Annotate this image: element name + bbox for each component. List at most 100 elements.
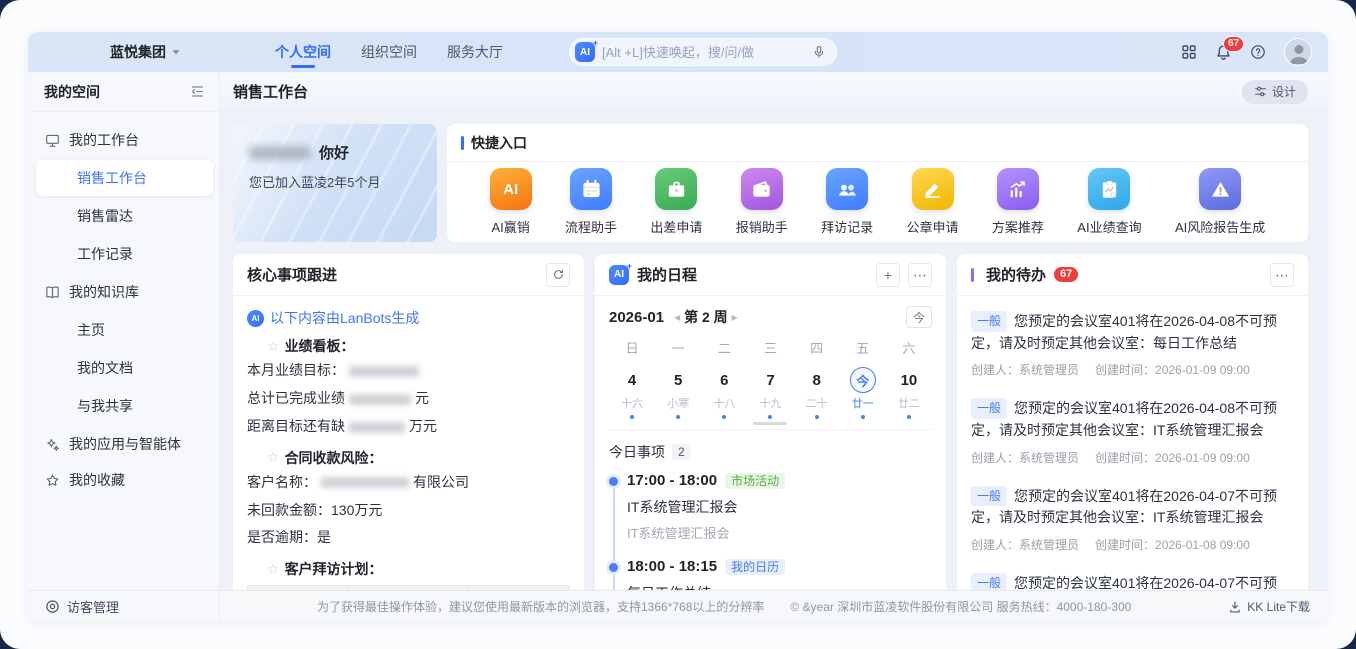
people-icon [826,168,868,210]
quick-entry-label: AI业绩查询 [1077,217,1141,236]
quick-entry-AI业绩查询[interactable]: AI业绩查询 [1077,168,1141,236]
calendar-day-十八[interactable]: 6十八 [701,367,747,425]
sidebar-subitem-主页[interactable]: 主页 [36,312,213,348]
user-avatar[interactable] [1284,38,1312,66]
sidebar-subitem-销售工作台[interactable]: 销售工作台 [36,160,213,196]
tab-服务大厅[interactable]: 服务大厅 [445,32,505,72]
footer: 访客管理 为了获得最佳操作体验，建议您使用最新版本的浏览器，支持1366*768… [28,590,1328,622]
event-time: 18:00 - 18:15 [627,558,717,575]
visitor-management-item[interactable]: 访客管理 [28,591,220,622]
calendar-day-廿二[interactable]: 10廿二 [886,367,932,425]
event-title: IT系统管理汇报会 [627,497,932,517]
todo-item[interactable]: 一般您预定的会议室401将在2026-04-07不可预定，请及时预定其他会议室：… [971,562,1294,590]
sidebar-item-我的知识库[interactable]: 我的知识库 [28,274,219,310]
browser-notice: 为了获得最佳操作体验，建议您使用最新版本的浏览器，支持1366*768以上的分辨… [317,598,764,615]
redacted-value [321,477,409,488]
day-number: 今 [850,367,876,393]
today-button[interactable]: 今 [906,306,932,328]
quick-entry-AI赢销[interactable]: AIAI赢销 [490,168,532,236]
tab-组织空间[interactable]: 组织空间 [359,32,419,72]
pencil-icon [912,168,954,210]
design-button[interactable]: 设计 [1242,80,1308,104]
todo-item[interactable]: 一般您预定的会议室401将在2026-04-07不可预定，请及时预定其他会议室：… [971,475,1294,562]
quick-entry-出差申请[interactable]: 出差申请 [650,168,702,236]
quick-entry-label: 拜访记录 [821,217,873,236]
app-shell: 蓝悦集团 个人空间组织空间服务大厅 AI 67 我 [28,32,1328,622]
schedule-more-button[interactable]: ⋯ [908,263,932,287]
chevron-down-icon [171,47,181,57]
kk-lite-download[interactable]: KK Lite下载 [1228,598,1328,615]
sidebar-item-我的应用与智能体[interactable]: 我的应用与智能体 [28,426,219,462]
todo-count-badge: 67 [1054,267,1078,282]
global-search[interactable]: AI [569,38,837,66]
prev-week-icon[interactable]: ◂ [674,310,680,324]
apps-grid-icon[interactable] [1181,44,1197,60]
star-icon [45,473,60,488]
sidebar-collapse-icon[interactable] [190,84,205,99]
sidebar-subitem-工作记录[interactable]: 工作记录 [36,236,213,272]
microphone-icon[interactable] [812,45,826,59]
wallet-icon [741,168,783,210]
copyright: © &year 深圳市蓝凌软件股份有限公司 服务热线：4000-180-300 [790,598,1131,615]
day-number: 6 [720,367,728,393]
todo-meta: 创建人：系统管理员创建时间：2026-01-08 09:00 [971,536,1294,553]
quick-entry-公章申请[interactable]: 公章申请 [907,168,959,236]
next-week-icon[interactable]: ▸ [732,310,738,324]
todo-creator: 创建人：系统管理员 [971,361,1079,378]
schedule-event[interactable]: 18:00 - 18:15我的日历每日工作总结 [627,558,932,590]
tab-个人空间[interactable]: 个人空间 [273,32,333,72]
calendar-day-十九[interactable]: 7十九 [747,367,793,425]
event-dot [768,415,772,419]
sidebar-subitem-与我共享[interactable]: 与我共享 [36,388,213,424]
quick-entry-流程助手[interactable]: 流程助手 [565,168,617,236]
quick-entry-拜访记录[interactable]: 拜访记录 [821,168,873,236]
section-heading: ☆合同收款风险： [267,448,570,468]
redacted-value [349,394,411,405]
quick-entry-方案推荐[interactable]: 方案推荐 [992,168,1044,236]
todo-item[interactable]: 一般您预定的会议室401将在2026-04-08不可预定，请及时预定其他会议室：… [971,300,1294,387]
refresh-button[interactable] [546,263,570,287]
day-lunar: 十六 [621,395,643,411]
section-heading-text: 业绩看板： [285,336,355,356]
calendar-icon [570,168,612,210]
event-time-row: 17:00 - 18:00市场活动 [627,472,932,489]
ai-search-icon: AI [575,42,595,62]
calendar-day-廿一[interactable]: 今廿一 [840,367,886,425]
sidebar-subitem-销售雷达[interactable]: 销售雷达 [36,198,213,234]
search-input[interactable] [602,45,805,60]
sidebar-item-label: 我的工作台 [69,130,139,150]
todo-created-time: 创建时间：2026-01-09 09:00 [1095,361,1250,378]
core-detail-line: 未回款金额：130万元 [247,498,570,524]
notification-bell-icon[interactable]: 67 [1215,44,1232,61]
core-detail-line: 客户名称：有限公司 [247,470,570,496]
sidebar-item-我的收藏[interactable]: 我的收藏 [28,462,219,498]
todo-text: 一般您预定的会议室401将在2026-04-07不可预定，请及时预定其他会议室：… [971,573,1294,590]
clipboard-icon [1088,168,1130,210]
quick-entry-list: AIAI赢销流程助手出差申请报销助手拜访记录 公章申请方案推荐 AI业绩查询 AI风险… [447,162,1308,242]
company-switcher[interactable]: 蓝悦集团 [110,42,181,62]
accent-bar [971,268,974,282]
section-heading: ☆客户拜访计划： [267,559,570,579]
schedule-event[interactable]: 17:00 - 18:00市场活动IT系统管理汇报会IT系统管理汇报会 [627,472,932,558]
company-name: 蓝悦集团 [110,42,166,62]
day-lunar: 二十 [806,395,828,411]
sidebar-item-我的工作台[interactable]: 我的工作台 [28,122,219,158]
todo-more-button[interactable]: ⋯ [1270,263,1294,287]
timeline-dot-icon [609,477,618,486]
weekday-label: 五 [840,338,886,367]
sidebar-subitem-我的文档[interactable]: 我的文档 [36,350,213,386]
help-icon[interactable] [1250,44,1266,60]
today-items-label: 今日事项 [609,442,665,462]
add-event-button[interactable]: + [876,263,900,287]
todo-item[interactable]: 一般您预定的会议室401将在2026-04-08不可预定，请及时预定其他会议室：… [971,387,1294,474]
calendar-day-小寒[interactable]: 5小寒 [655,367,701,425]
quick-entry-报销助手[interactable]: 报销助手 [736,168,788,236]
day-lunar: 小寒 [667,395,689,411]
event-dot [676,415,680,419]
quick-entry-card: 快捷入口 AIAI赢销流程助手出差申请报销助手拜访记录公章申请方案推荐AI业绩查… [447,124,1308,242]
calendar-day-二十[interactable]: 8二十 [794,367,840,425]
sliders-icon [1254,85,1267,98]
schedule-card: AI 我的日程 + ⋯ 2026-01 [595,254,946,590]
calendar-day-十六[interactable]: 4十六 [609,367,655,425]
quick-entry-AI风险报告生成[interactable]: AI风险报告生成 [1175,168,1265,236]
